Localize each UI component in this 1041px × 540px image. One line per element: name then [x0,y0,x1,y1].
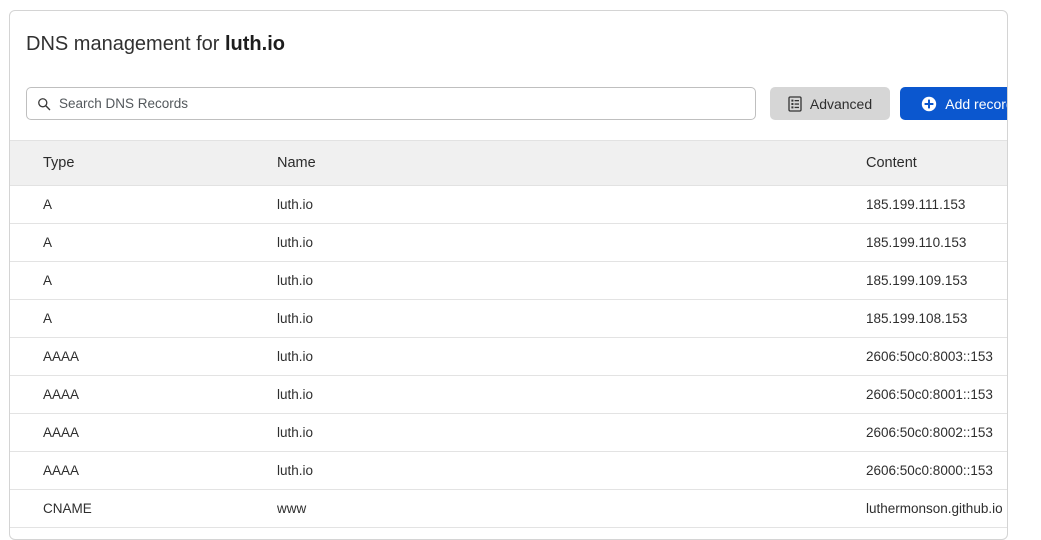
table-row[interactable]: AAAA luth.io 2606:50c0:8002::153 DNS onl… [10,413,1007,452]
cell-content: 2606:50c0:8003::153 [505,337,1007,376]
search-icon [38,97,51,110]
dns-management-card: DNS management for luth.io Search DNS Re… [9,10,1008,540]
cell-type: A [10,223,143,262]
cell-content: 185.199.111.153 [505,185,1007,224]
cell-type: AAAA [10,337,143,376]
list-document-icon [788,95,802,112]
table-header-row: Type Name Content Proxy status TTL Actio… [10,140,1007,186]
column-header-content[interactable]: Content [505,140,1007,186]
cell-type: AAAA [10,451,143,490]
plus-circle-icon [922,96,937,111]
table-row[interactable]: AAAA luth.io 2606:50c0:8003::153 DNS onl… [10,337,1007,376]
cell-content: 2606:50c0:8002::153 [505,413,1007,452]
table-body: A luth.io 185.199.111.153 DNS only Auto … [10,185,1007,528]
cell-name: luth.io [143,261,505,300]
cell-type: A [10,185,143,224]
add-record-button[interactable]: Add record [900,87,1008,120]
advanced-button[interactable]: Advanced [770,87,890,120]
add-record-button-label: Add record [945,95,1008,112]
cell-name: luth.io [143,413,505,452]
cell-name: luth.io [143,223,505,262]
table-row[interactable]: A luth.io 185.199.110.153 DNS only Auto … [10,223,1007,262]
table-row[interactable]: A luth.io 185.199.109.153 DNS only Auto … [10,261,1007,300]
table-row[interactable]: AAAA luth.io 2606:50c0:8000::153 DNS onl… [10,451,1007,490]
cell-content: 2606:50c0:8001::153 [505,375,1007,414]
table-row[interactable]: AAAA luth.io 2606:50c0:8001::153 DNS onl… [10,375,1007,414]
cell-name: luth.io [143,451,505,490]
cell-content: 185.199.108.153 [505,299,1007,338]
cell-name: luth.io [143,337,505,376]
cell-content: 185.199.110.153 [505,223,1007,262]
search-input[interactable] [59,93,745,114]
page-title-prefix: DNS management for [26,33,225,55]
search-box[interactable] [26,87,756,120]
page-title-domain: luth.io [224,33,285,55]
column-header-type[interactable]: Type [10,140,143,186]
dns-management-page: DNS management for luth.io Search DNS Re… [0,0,1041,540]
cell-content: 2606:50c0:8000::153 [505,451,1007,490]
cell-content: 185.199.109.153 [505,261,1007,300]
toolbar: Advanced Add record [26,87,1007,121]
cell-name: luth.io [143,185,505,224]
table-header: Type Name Content Proxy status TTL Actio… [10,140,1007,186]
column-header-name[interactable]: Name [143,140,505,186]
cell-name: luth.io [143,299,505,338]
cell-name: luth.io [143,375,505,414]
advanced-button-label: Advanced [809,95,873,112]
table-row[interactable]: A luth.io 185.199.108.153 DNS only Auto … [10,299,1007,338]
cell-type: AAAA [10,413,143,452]
cell-type: A [10,261,143,300]
page-title: DNS management for luth.io [26,31,285,57]
cell-type: AAAA [10,375,143,414]
table-row[interactable]: A luth.io 185.199.111.153 DNS only Auto … [10,185,1007,224]
dns-records-table: Type Name Content Proxy status TTL Actio… [10,140,1007,528]
cell-type: A [10,299,143,338]
